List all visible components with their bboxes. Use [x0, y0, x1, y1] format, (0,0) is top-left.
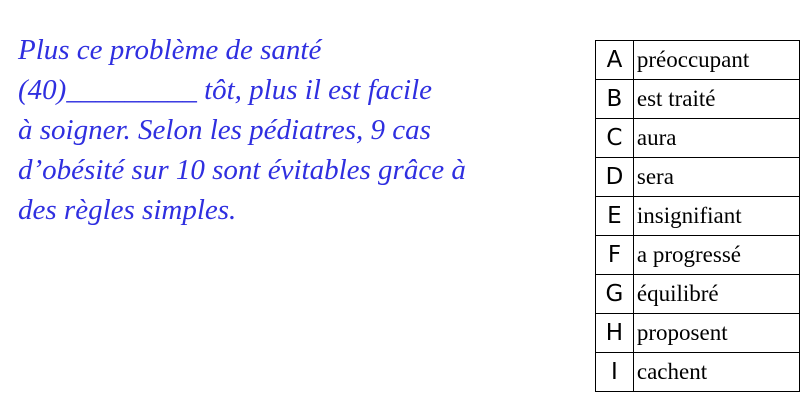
option-letter: I: [595, 352, 634, 392]
option-row-d: D sera: [595, 157, 800, 197]
option-row-h: H proposent: [595, 313, 800, 353]
option-word: cachent: [632, 352, 800, 392]
option-word: proposent: [632, 313, 800, 353]
option-word: aura: [632, 118, 800, 158]
passage-line-with-blank: (40)_________ tôt, plus il est facile: [18, 74, 433, 106]
option-word: est traité: [632, 79, 800, 119]
option-word: sera: [632, 157, 800, 197]
option-word: insignifiant: [632, 196, 800, 236]
passage-line: Plus ce problème de santé: [18, 34, 322, 66]
option-row-i: I cachent: [595, 352, 800, 392]
option-row-b: B est traité: [595, 79, 800, 119]
option-word: préoccupant: [632, 40, 800, 80]
option-row-c: C aura: [595, 118, 800, 158]
option-row-g: G équilibré: [595, 274, 800, 314]
cloze-passage: Plus ce problème de santé (40)_________ …: [18, 30, 588, 230]
option-letter: E: [595, 196, 634, 236]
option-letter: F: [595, 235, 634, 275]
option-row-a: A préoccupant: [595, 40, 800, 80]
option-letter: H: [595, 313, 634, 353]
passage-line: à soigner. Selon les pédiatres, 9 cas: [18, 114, 431, 146]
answer-options-table: A préoccupant B est traité C aura D sera…: [595, 40, 800, 392]
option-row-f: F a progressé: [595, 235, 800, 275]
option-letter: A: [595, 40, 634, 80]
option-letter: D: [595, 157, 634, 197]
option-letter: C: [595, 118, 634, 158]
option-word: a progressé: [632, 235, 800, 275]
passage-line: des règles simples.: [18, 194, 237, 226]
passage-line: d’obésité sur 10 sont évitables grâce à: [18, 154, 466, 186]
option-letter: G: [595, 274, 634, 314]
option-row-e: E insignifiant: [595, 196, 800, 236]
option-letter: B: [595, 79, 634, 119]
option-word: équilibré: [632, 274, 800, 314]
